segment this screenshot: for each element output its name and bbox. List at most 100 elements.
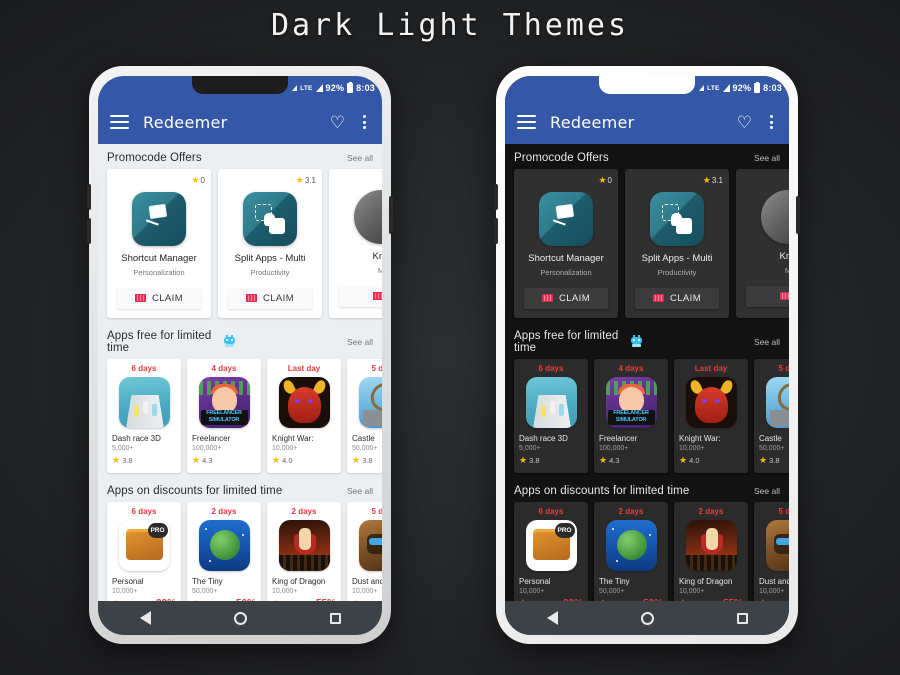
back-icon[interactable] — [546, 611, 558, 625]
home-icon[interactable] — [640, 611, 654, 625]
rating: ★ 3.8 — [352, 455, 382, 466]
section-apps-discount: Apps on discounts for limited time See a… — [98, 477, 382, 601]
discount-tile-row[interactable]: 6 days PRO Personal 10,000+ ★4.433% 2 da… — [505, 501, 789, 601]
home-icon[interactable] — [233, 611, 247, 625]
days-left-badge: 6 days — [131, 506, 157, 516]
hamburger-icon[interactable] — [110, 114, 129, 130]
app-tile[interactable]: Last day Knight War: 10,000+ ★ 4.0 — [267, 358, 341, 473]
promocode-card-row[interactable]: ★ 0 Shortcut Manager Personalization CLAI… — [98, 169, 382, 318]
rating: ★4.3 — [599, 455, 663, 466]
robot-emoji-icon — [630, 335, 643, 348]
app-name: Split Apps - Multi — [234, 253, 306, 264]
app-tile[interactable]: 6 days Dash race 3D 5,000+ ★ 3.8 — [514, 358, 588, 473]
app-tile[interactable]: 5 days Castle 50,000+ ★3.8 — [347, 358, 382, 473]
claim-button[interactable]: CLAIM — [635, 287, 719, 309]
app-thumbnail: PRO — [118, 519, 170, 571]
promocode-card-row[interactable]: ★ 0 Shortcut Manager Personalization CLAI… — [505, 169, 789, 318]
volume-down-button[interactable] — [494, 218, 498, 244]
app-name: Personal — [112, 576, 144, 586]
claim-button[interactable]: CLAIM — [228, 287, 312, 309]
app-tile[interactable]: 5 days Castle 50,000+ ★3.8 — [754, 358, 789, 473]
installs: 50,000+ — [599, 587, 625, 595]
installs: 10,000+ — [679, 444, 705, 452]
promo-card[interactable]: ★ 0 Shortcut Manager Personalization CLAI… — [107, 169, 211, 318]
app-thumbnail — [605, 519, 657, 571]
app-tile[interactable]: 2 days The Tiny 50,000+ ★4.050% — [594, 501, 668, 601]
free-tile-row[interactable]: 6 days Dash race 3D 5,000+ ★ 3.8 4 days F… — [505, 358, 789, 473]
heart-icon[interactable]: ♡ — [330, 114, 345, 131]
promo-card-partial[interactable]: Kno M — [736, 169, 789, 318]
heart-icon[interactable]: ♡ — [737, 114, 752, 131]
installs: 50,000+ — [192, 587, 218, 595]
network-type-label: LTE — [707, 84, 720, 92]
free-tile-row[interactable]: 6 days Dash race 3D 5,000+ ★ 3.8 4 days F… — [98, 358, 382, 473]
star-icon: ★ — [112, 454, 121, 465]
app-tile[interactable]: 5 days Dust and Salt 10,000+ ★4.250% — [754, 501, 789, 601]
recents-icon[interactable] — [736, 612, 748, 624]
app-tile[interactable]: 2 days King of Dragon 10,000+ ★4.355% — [674, 501, 748, 601]
rating-value: 4.0 — [609, 599, 619, 601]
claim-button[interactable]: CLAIM — [524, 287, 608, 309]
app-tile[interactable]: 6 days PRO Personal 10,000+ ★4.433% — [107, 501, 181, 601]
promo-card[interactable]: ★ 3.1 Split Apps - Multi Productivity CLA… — [218, 169, 322, 318]
star-icon: ★ — [112, 598, 120, 601]
content-area[interactable]: Promocode Offers See all ★ 0 Shortcut Man… — [98, 144, 382, 601]
app-thumbnail: FREELANCER SIMULATOR — [605, 376, 657, 428]
see-all-link-discount[interactable]: See all — [347, 486, 373, 496]
app-name: Split Apps - Multi — [641, 253, 713, 264]
app-tile[interactable]: 4 days FREELANCER SIMULATOR Freelancer 1… — [594, 358, 668, 473]
back-icon[interactable] — [139, 611, 151, 625]
discount-tile-row[interactable]: 6 days PRO Personal 10,000+ ★4.433% 2 da… — [98, 501, 382, 601]
power-button[interactable] — [389, 196, 393, 234]
see-all-link-promocode[interactable]: See all — [347, 153, 373, 163]
app-tile[interactable]: 2 days King of Dragon 10,000+ ★4.355% — [267, 501, 341, 601]
gray-circle-icon — [354, 190, 382, 244]
rating-value: 4.0 — [202, 599, 212, 601]
app-tile[interactable]: 4 days FREELANCER SIMULATOR Freelancer 1… — [187, 358, 261, 473]
star-icon: ★ — [679, 598, 687, 601]
screen-dark: LTE 92% 8:03 Redeemer ♡ Promocode Offers… — [505, 76, 789, 635]
installs: 10,000+ — [759, 587, 785, 595]
power-button[interactable] — [796, 196, 800, 234]
installs: 10,000+ — [519, 587, 545, 595]
rating: ★4.2 — [352, 598, 382, 601]
see-all-link-free[interactable]: See all — [754, 337, 780, 347]
rating-value: 4.3 — [202, 455, 213, 465]
app-tile[interactable]: 2 days The Tiny 50,000+ ★4.050% — [187, 501, 261, 601]
claim-button[interactable]: CLAIM — [117, 287, 201, 309]
app-thumbnail — [358, 519, 382, 571]
star-icon: ★ — [519, 454, 528, 465]
signal-icon-1 — [292, 85, 298, 91]
days-left-badge: Last day — [694, 363, 728, 373]
see-all-link-discount[interactable]: See all — [754, 486, 780, 496]
app-tile[interactable]: 5 days Dust and Salt 10,000+ ★4.250% — [347, 501, 382, 601]
section-header: Apps free for limited time See all — [98, 328, 382, 359]
volume-up-button[interactable] — [87, 184, 91, 210]
claim-button[interactable] — [339, 285, 382, 307]
app-tile[interactable]: 6 days PRO Personal 10,000+ ★4.433% — [514, 501, 588, 601]
promo-card-partial[interactable]: Kno M — [329, 169, 382, 318]
battery-percent-label: 92% — [325, 83, 345, 93]
volume-down-button[interactable] — [87, 218, 91, 244]
app-tile[interactable]: Last day Knight War: 10,000+ ★ 4.0 — [674, 358, 748, 473]
rating-value: 4.4 — [529, 599, 539, 601]
hamburger-icon[interactable] — [517, 114, 536, 130]
app-thumbnail: PRO — [525, 519, 577, 571]
rating-value: 4.0 — [282, 455, 293, 465]
volume-up-button[interactable] — [494, 184, 498, 210]
kebab-menu-icon[interactable] — [766, 113, 777, 131]
claim-button[interactable] — [746, 285, 789, 307]
kebab-menu-icon[interactable] — [359, 113, 370, 131]
see-all-link-promocode[interactable]: See all — [754, 153, 780, 163]
see-all-link-free[interactable]: See all — [347, 337, 373, 347]
content-area[interactable]: Promocode Offers See all ★ 0 Shortcut Man… — [505, 144, 789, 601]
app-name: Freelancer — [599, 433, 638, 443]
promo-card[interactable]: ★ 0 Shortcut Manager Personalization CLAI… — [514, 169, 618, 318]
section-apps-free: Apps free for limited time See all 6 day… — [505, 322, 789, 477]
android-nav-bar — [98, 601, 382, 635]
recents-icon[interactable] — [329, 612, 341, 624]
star-icon: ★ — [272, 454, 281, 465]
promo-card[interactable]: ★ 3.1 Split Apps - Multi Productivity CLA… — [625, 169, 729, 318]
app-tile[interactable]: 6 days Dash race 3D 5,000+ ★ 3.8 — [107, 358, 181, 473]
coupon-icon — [779, 292, 789, 301]
